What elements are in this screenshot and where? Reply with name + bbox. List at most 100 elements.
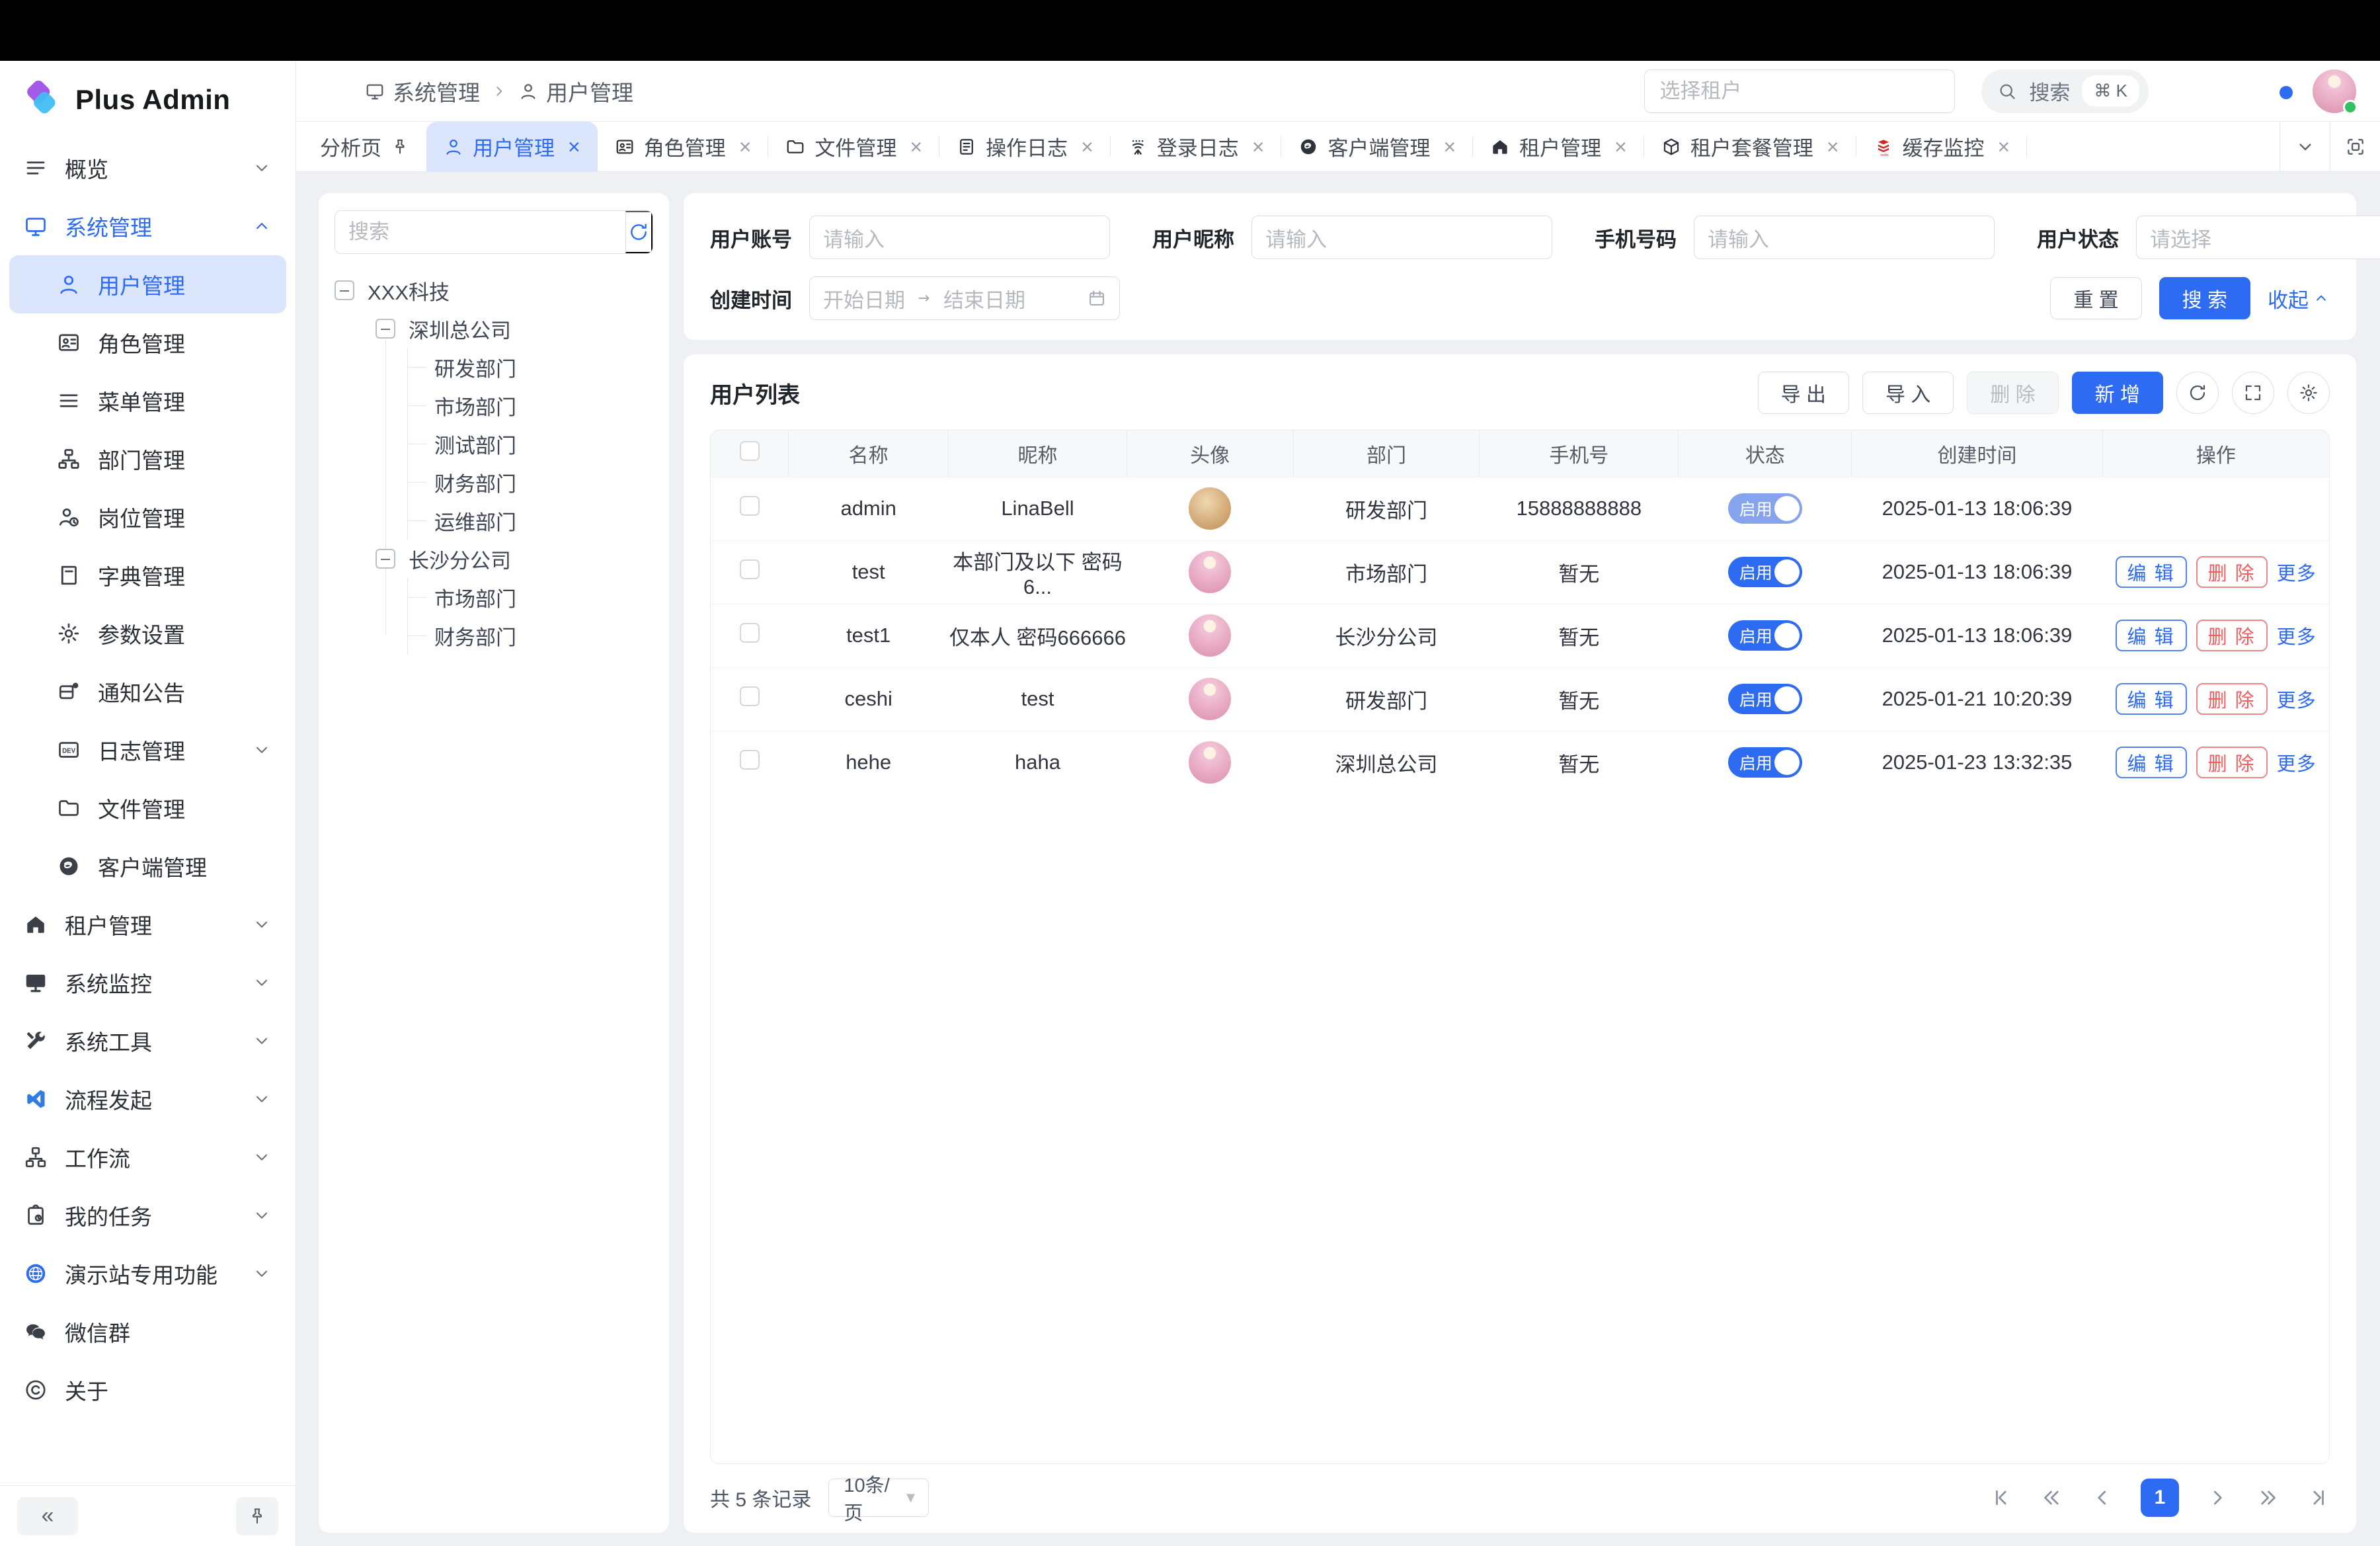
tree-leaf-财务部门[interactable]: 财务部门 <box>408 463 653 501</box>
toolbar-button-删除[interactable]: 删 除 <box>1967 372 2058 414</box>
sidebar-pin-button[interactable] <box>236 1497 278 1535</box>
select-all-checkbox[interactable] <box>740 441 760 461</box>
current-page[interactable]: 1 <box>2141 1479 2179 1517</box>
delete-button[interactable]: 删 除 <box>2196 683 2268 715</box>
sidebar-collapse-button[interactable]: « <box>17 1497 78 1535</box>
table-refresh-button[interactable] <box>2176 372 2219 414</box>
collapse-filters-link[interactable]: 收起 <box>2268 284 2330 313</box>
reset-button[interactable]: 重 置 <box>2050 277 2141 319</box>
sidebar-item-文件管理[interactable]: 文件管理 <box>9 779 286 837</box>
sidebar-item-角色管理[interactable]: 角色管理 <box>9 313 286 372</box>
tab-登录日志[interactable]: 登录日志× <box>1111 122 1282 171</box>
sidebar-item-我的任务[interactable]: 我的任务 <box>9 1186 286 1244</box>
status-toggle[interactable]: 启用 <box>1728 747 1802 778</box>
row-checkbox[interactable] <box>740 686 760 706</box>
page-size-select[interactable]: 10条/页▼ <box>828 1479 929 1517</box>
tab-用户管理[interactable]: 用户管理× <box>426 122 598 171</box>
tab-close-icon[interactable]: × <box>1827 136 1839 157</box>
sidebar-item-流程发起[interactable]: 流程发起 <box>9 1070 286 1128</box>
search-button[interactable]: 搜 索 <box>2159 277 2250 319</box>
toolbar-button-新增[interactable]: 新 增 <box>2072 372 2163 414</box>
tree-leaf-运维部门[interactable]: 运维部门 <box>408 501 653 540</box>
status-toggle[interactable]: 启用 <box>1728 620 1802 651</box>
tenant-select-input[interactable] <box>1644 69 1955 113</box>
sidebar-item-微信群[interactable]: 微信群 <box>9 1303 286 1361</box>
more-button[interactable]: 更多 <box>2277 558 2317 586</box>
global-search[interactable]: 搜索 ⌘ K <box>1981 69 2149 113</box>
sidebar-item-用户管理[interactable]: 用户管理 <box>9 255 286 313</box>
toolbar-button-导出[interactable]: 导 出 <box>1758 372 1849 414</box>
tabs-dropdown-button[interactable] <box>2280 122 2330 171</box>
tree-collapse-icon[interactable] <box>335 280 354 300</box>
sidebar-item-字典管理[interactable]: 字典管理 <box>9 546 286 604</box>
tree-collapse-icon[interactable] <box>376 319 395 339</box>
tree-collapse-icon[interactable] <box>376 549 395 569</box>
tab-close-icon[interactable]: × <box>1252 136 1265 157</box>
sidebar-item-部门管理[interactable]: 部门管理 <box>9 430 286 488</box>
content-screenshot-button[interactable] <box>2330 122 2380 171</box>
tab-close-icon[interactable]: × <box>1998 136 2010 157</box>
tree-search-input[interactable] <box>335 211 625 253</box>
breadcrumb-item[interactable]: 用户管理 <box>518 75 633 107</box>
pin-icon[interactable] <box>391 138 409 156</box>
more-button[interactable]: 更多 <box>2277 749 2317 776</box>
tab-close-icon[interactable]: × <box>1081 136 1093 157</box>
tab-close-icon[interactable]: × <box>1443 136 1456 157</box>
sidebar-item-演示站专用功能[interactable]: 演示站专用功能 <box>9 1244 286 1303</box>
tab-角色管理[interactable]: 角色管理× <box>598 122 769 171</box>
status-toggle[interactable]: 启用 <box>1728 684 1802 714</box>
tree-node-XXX科技[interactable]: XXX科技 <box>335 271 653 309</box>
row-checkbox[interactable] <box>740 559 760 579</box>
sidebar-item-概览[interactable]: 概览 <box>9 139 286 197</box>
tab-文件管理[interactable]: 文件管理× <box>768 122 939 171</box>
tree-leaf-测试部门[interactable]: 测试部门 <box>408 425 653 463</box>
status-toggle[interactable]: 启用 <box>1728 557 1802 587</box>
tab-租户套餐管理[interactable]: 租户套餐管理× <box>1644 122 1856 171</box>
sidebar-item-关于[interactable]: 关于 <box>9 1361 286 1419</box>
edit-button[interactable]: 编 辑 <box>2116 747 2187 778</box>
more-button[interactable]: 更多 <box>2277 685 2317 713</box>
用户状态-select[interactable]: 请选择∨ <box>2136 216 2380 259</box>
sidebar-item-系统监控[interactable]: 系统监控 <box>9 954 286 1012</box>
sidebar-item-通知公告[interactable]: 通知公告 <box>9 663 286 721</box>
tab-租户管理[interactable]: 租户管理× <box>1473 122 1644 171</box>
edit-button[interactable]: 编 辑 <box>2116 556 2187 588</box>
table-gear-button[interactable] <box>2287 372 2330 414</box>
tab-close-icon[interactable]: × <box>910 136 922 157</box>
sidebar-item-日志管理[interactable]: DEV日志管理 <box>9 721 286 779</box>
tree-refresh-button[interactable] <box>625 211 653 253</box>
breadcrumb-item[interactable]: 系统管理 <box>365 75 480 107</box>
status-toggle[interactable]: 启用 <box>1728 493 1802 524</box>
tab-close-icon[interactable]: × <box>568 136 580 157</box>
手机号码-input[interactable]: 请输入 <box>1694 216 1995 259</box>
toolbar-button-导入[interactable]: 导 入 <box>1862 372 1954 414</box>
user-avatar[interactable] <box>2313 69 2356 113</box>
tab-客户端管理[interactable]: 客户端管理× <box>1281 122 1473 171</box>
edit-button[interactable]: 编 辑 <box>2116 683 2187 715</box>
sidebar-item-工作流[interactable]: 工作流 <box>9 1128 286 1186</box>
tree-leaf-研发部门[interactable]: 研发部门 <box>408 348 653 386</box>
row-checkbox[interactable] <box>740 623 760 643</box>
edit-button[interactable]: 编 辑 <box>2116 620 2187 651</box>
tab-close-icon[interactable]: × <box>739 136 752 157</box>
tree-node-长沙分公司[interactable]: 长沙分公司 <box>376 540 653 578</box>
delete-button[interactable]: 删 除 <box>2196 556 2268 588</box>
delete-button[interactable]: 删 除 <box>2196 747 2268 778</box>
tab-分析页[interactable]: 分析页 <box>303 122 426 171</box>
table-expand-button[interactable] <box>2232 372 2274 414</box>
delete-button[interactable]: 删 除 <box>2196 620 2268 651</box>
sidebar-item-租户管理[interactable]: 租户管理 <box>9 895 286 954</box>
app-logo[interactable]: Plus Admin <box>0 61 296 139</box>
sidebar-item-岗位管理[interactable]: 岗位管理 <box>9 488 286 546</box>
sidebar-item-参数设置[interactable]: 参数设置 <box>9 604 286 663</box>
tab-操作日志[interactable]: 操作日志× <box>939 122 1111 171</box>
row-checkbox[interactable] <box>740 750 760 770</box>
tree-leaf-市场部门[interactable]: 市场部门 <box>408 578 653 616</box>
date-range-picker[interactable]: 开始日期结束日期 <box>809 276 1120 320</box>
sidebar-item-菜单管理[interactable]: 菜单管理 <box>9 372 286 430</box>
用户昵称-input[interactable]: 请输入 <box>1251 216 1552 259</box>
more-button[interactable]: 更多 <box>2277 622 2317 649</box>
tree-node-深圳总公司[interactable]: 深圳总公司 <box>376 309 653 348</box>
用户账号-input[interactable]: 请输入 <box>809 216 1110 259</box>
tab-缓存监控[interactable]: redis缓存监控× <box>1856 122 2028 171</box>
